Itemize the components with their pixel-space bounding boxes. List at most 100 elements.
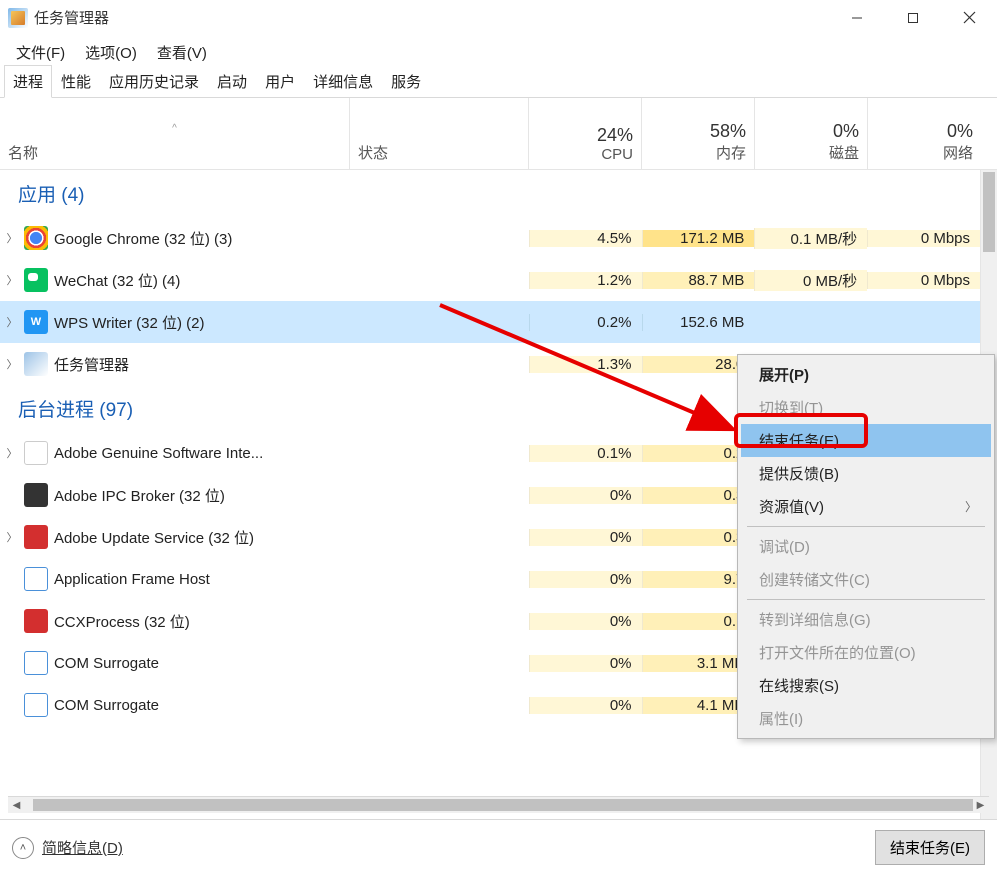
mem-cell: 152.6 MB <box>642 314 755 331</box>
header-mem-label: 内存 <box>716 142 746 163</box>
net-cell: 0 Mbps <box>867 272 980 289</box>
chrome-icon <box>24 226 48 250</box>
tab-details[interactable]: 详细信息 <box>304 65 382 98</box>
row-wps[interactable]: 〉 W WPS Writer (32 位) (2) 0.2% 152.6 MB <box>0 301 980 343</box>
scrollbar-thumb[interactable] <box>983 172 995 252</box>
adobe-ipc-icon <box>24 483 48 507</box>
menu-view[interactable]: 查看(V) <box>149 38 215 67</box>
header-net-pct: 0% <box>947 121 973 142</box>
ctx-switch-to: 切换到(T) <box>741 391 991 424</box>
tab-startup[interactable]: 启动 <box>208 65 256 98</box>
cpu-cell: 0% <box>529 655 642 672</box>
header-network[interactable]: 0% 网络 <box>868 98 981 169</box>
process-name: Adobe Update Service (32 位) <box>54 527 350 548</box>
horizontal-scrollbar[interactable]: ◀ ▶ <box>8 796 989 813</box>
app-icon <box>8 8 28 28</box>
app-frame-host-icon <box>24 567 48 591</box>
expander-icon[interactable]: 〉 <box>0 529 24 545</box>
cpu-cell: 0% <box>529 571 642 588</box>
ctx-resource-values-label: 资源值(V) <box>759 496 824 517</box>
process-name: Google Chrome (32 位) (3) <box>54 228 350 249</box>
adobe-genuine-icon <box>24 441 48 465</box>
row-chrome[interactable]: 〉 Google Chrome (32 位) (3) 4.5% 171.2 MB… <box>0 217 980 259</box>
process-name: WPS Writer (32 位) (2) <box>54 312 350 333</box>
end-task-button[interactable]: 结束任务(E) <box>875 830 985 865</box>
column-headers: ^ 名称 状态 24% CPU 58% 内存 0% 磁盘 0% 网络 <box>0 98 997 170</box>
cpu-cell: 0.1% <box>529 445 642 462</box>
header-mem-pct: 58% <box>710 121 746 142</box>
header-cpu[interactable]: 24% CPU <box>529 98 642 169</box>
adobe-update-icon <box>24 525 48 549</box>
process-name: CCXProcess (32 位) <box>54 611 350 632</box>
tab-services[interactable]: 服务 <box>382 65 430 98</box>
cpu-cell: 0% <box>529 529 642 546</box>
cpu-cell: 0.2% <box>529 314 642 331</box>
cpu-cell: 1.3% <box>529 356 642 373</box>
chevron-up-icon: ˄ <box>12 837 34 859</box>
scroll-left-button[interactable]: ◀ <box>8 797 25 813</box>
cpu-cell: 0% <box>529 613 642 630</box>
ctx-open-location: 打开文件所在的位置(O) <box>741 636 991 669</box>
ctx-search-online[interactable]: 在线搜索(S) <box>741 669 991 702</box>
header-name-label: 名称 <box>8 142 341 163</box>
menu-bar: 文件(F) 选项(O) 查看(V) <box>0 36 997 68</box>
header-memory[interactable]: 58% 内存 <box>642 98 755 169</box>
com-surrogate-icon <box>24 651 48 675</box>
cpu-cell: 0% <box>529 487 642 504</box>
expander-icon[interactable]: 〉 <box>0 272 24 288</box>
tab-strip: 进程 性能 应用历史记录 启动 用户 详细信息 服务 <box>0 68 997 98</box>
scrollbar-track[interactable] <box>25 797 972 813</box>
scroll-right-button[interactable]: ▶ <box>972 797 989 813</box>
header-name[interactable]: ^ 名称 <box>0 98 350 169</box>
ctx-separator <box>747 526 985 527</box>
ctx-resource-values[interactable]: 资源值(V) 〉 <box>741 490 991 523</box>
menu-options[interactable]: 选项(O) <box>77 38 145 67</box>
ccx-icon <box>24 609 48 633</box>
maximize-button[interactable] <box>885 0 941 36</box>
expander-icon[interactable]: 〉 <box>0 445 24 461</box>
minimize-button[interactable] <box>829 0 885 36</box>
tab-app-history[interactable]: 应用历史记录 <box>100 65 208 98</box>
disk-cell: 0.1 MB/秒 <box>754 228 867 249</box>
process-name: Application Frame Host <box>54 571 350 588</box>
ctx-go-details: 转到详细信息(G) <box>741 603 991 636</box>
header-net-label: 网络 <box>943 142 973 163</box>
tab-users[interactable]: 用户 <box>256 65 304 98</box>
maximize-icon <box>907 12 919 24</box>
ctx-feedback[interactable]: 提供反馈(B) <box>741 457 991 490</box>
fewer-details-label: 简略信息(D) <box>42 837 123 858</box>
expander-icon[interactable]: 〉 <box>0 314 24 330</box>
ctx-create-dump: 创建转储文件(C) <box>741 563 991 596</box>
section-apps: 应用 (4) <box>0 170 980 217</box>
cpu-cell: 0% <box>529 697 642 714</box>
header-status[interactable]: 状态 <box>350 98 529 169</box>
bottom-bar: ˄ 简略信息(D) 结束任务(E) <box>0 819 997 875</box>
mem-cell: 171.2 MB <box>642 230 755 247</box>
menu-file[interactable]: 文件(F) <box>8 38 73 67</box>
title-bar: 任务管理器 <box>0 0 997 36</box>
process-name: WeChat (32 位) (4) <box>54 270 350 291</box>
disk-cell: 0 MB/秒 <box>754 270 867 291</box>
mem-cell: 88.7 MB <box>642 272 755 289</box>
net-cell: 0 Mbps <box>867 230 980 247</box>
tab-performance[interactable]: 性能 <box>52 65 100 98</box>
process-name: COM Surrogate <box>54 697 350 714</box>
fewer-details-toggle[interactable]: ˄ 简略信息(D) <box>12 837 123 859</box>
minimize-icon <box>851 12 863 24</box>
ctx-properties: 属性(I) <box>741 702 991 735</box>
context-menu: 展开(P) 切换到(T) 结束任务(E) 提供反馈(B) 资源值(V) 〉 调试… <box>737 354 995 739</box>
tab-processes[interactable]: 进程 <box>4 65 52 98</box>
ctx-separator <box>747 599 985 600</box>
close-button[interactable] <box>941 0 997 36</box>
cpu-cell: 4.5% <box>529 230 642 247</box>
header-disk[interactable]: 0% 磁盘 <box>755 98 868 169</box>
row-wechat[interactable]: 〉 WeChat (32 位) (4) 1.2% 88.7 MB 0 MB/秒 … <box>0 259 980 301</box>
close-icon <box>963 11 976 24</box>
ctx-end-task[interactable]: 结束任务(E) <box>741 424 991 457</box>
ctx-expand[interactable]: 展开(P) <box>741 358 991 391</box>
expander-icon[interactable]: 〉 <box>0 356 24 372</box>
expander-icon[interactable]: 〉 <box>0 230 24 246</box>
process-name: Adobe IPC Broker (32 位) <box>54 485 350 506</box>
scrollbar-thumb[interactable] <box>33 799 973 811</box>
process-name: COM Surrogate <box>54 655 350 672</box>
